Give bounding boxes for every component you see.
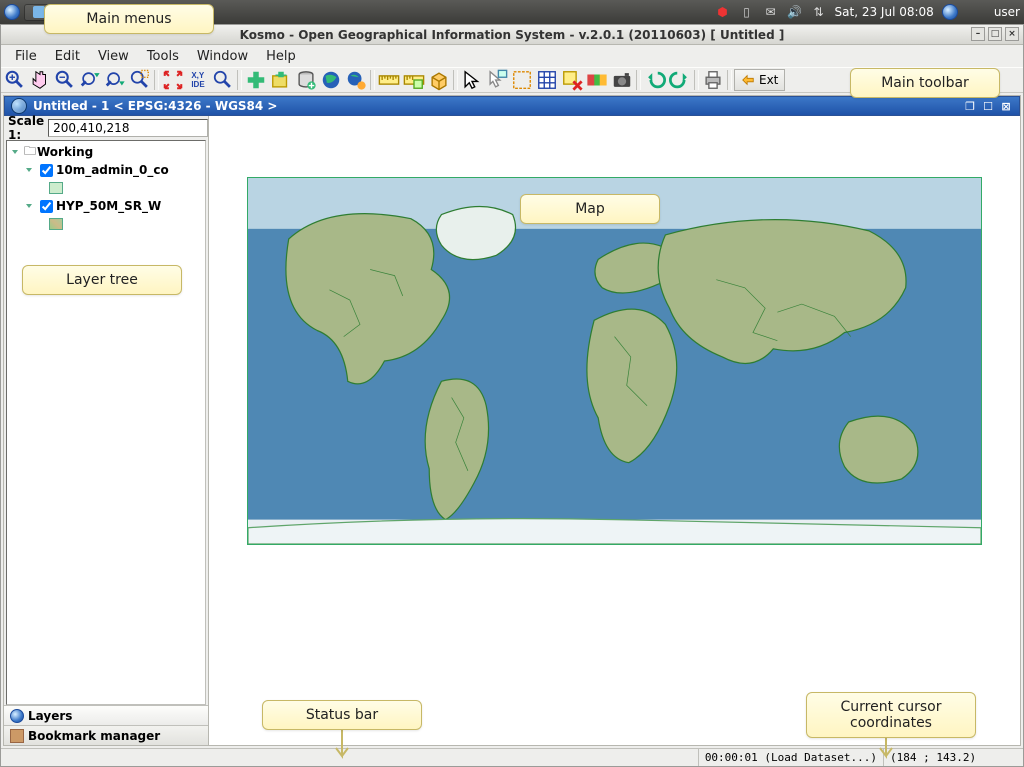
doc-max-icon[interactable]: ☐ [981, 99, 995, 113]
world-icon[interactable] [319, 68, 343, 92]
expand-icon[interactable] [9, 146, 21, 158]
menu-help[interactable]: Help [258, 47, 304, 66]
expand-icon[interactable] [23, 164, 35, 176]
mail-icon[interactable]: ✉ [763, 4, 779, 20]
battery-icon[interactable]: ▯ [739, 4, 755, 20]
tab-label: Bookmark manager [28, 729, 160, 743]
menu-edit[interactable]: Edit [47, 47, 88, 66]
doc-globe-icon [11, 98, 27, 114]
clock-text[interactable]: Sat, 23 Jul 08:08 [835, 5, 934, 19]
ext-button[interactable]: Ext [734, 69, 785, 91]
add-wms-icon[interactable] [269, 68, 293, 92]
identify-icon[interactable] [485, 68, 509, 92]
minimize-button[interactable]: – [971, 27, 985, 41]
menu-window[interactable]: Window [189, 47, 256, 66]
scale-bar: Scale 1: [4, 116, 208, 140]
clear-sel-icon[interactable] [560, 68, 584, 92]
content-area: Untitled - 1 < EPSG:4326 - WGS84 > ❐ ☐ ⊠… [3, 95, 1021, 746]
measure-area-icon[interactable] [402, 68, 426, 92]
style-icon[interactable] [585, 68, 609, 92]
layer-symbol-icon [49, 182, 63, 194]
zoom-out-icon[interactable] [53, 68, 77, 92]
tree-layer-1[interactable]: 10m_admin_0_co [7, 161, 205, 179]
app-window: Kosmo - Open Geographical Information Sy… [0, 24, 1024, 767]
tree-root[interactable]: 🗀 Working [7, 143, 205, 161]
user-label[interactable]: user [994, 5, 1020, 19]
select-rect-icon[interactable] [510, 68, 534, 92]
menu-tools[interactable]: Tools [139, 47, 187, 66]
zoom-next-icon[interactable] [103, 68, 127, 92]
maximize-button[interactable]: □ [988, 27, 1002, 41]
callout-map: Map [520, 194, 660, 224]
layer-label: HYP_50M_SR_W [56, 199, 161, 213]
globe-tray-icon[interactable] [942, 4, 958, 20]
document-tab-bar: Untitled - 1 < EPSG:4326 - WGS84 > ❐ ☐ ⊠ [4, 96, 1020, 116]
callout-menus: Main menus [44, 4, 214, 34]
menubar: File Edit View Tools Window Help [1, 45, 1023, 67]
layer-visible-checkbox[interactable] [40, 164, 53, 177]
volume-icon[interactable]: 🔊 [787, 4, 803, 20]
menu-file[interactable]: File [7, 47, 45, 66]
scale-label: Scale 1: [8, 114, 44, 142]
callout-toolbar: Main toolbar [850, 68, 1000, 98]
status-time: 00:00:01 (Load Dataset...) [698, 749, 883, 766]
add-layer-icon[interactable] [244, 68, 268, 92]
network-icon[interactable]: ⇅ [811, 4, 827, 20]
tab-label: Layers [28, 709, 72, 723]
camera-icon[interactable] [610, 68, 634, 92]
print-icon[interactable] [701, 68, 725, 92]
start-icon[interactable] [4, 4, 20, 20]
expand-icon[interactable] [23, 200, 35, 212]
zoom-prev-icon[interactable] [78, 68, 102, 92]
zoom-xy-icon[interactable]: X,YIDE [186, 68, 210, 92]
zoom-full-icon[interactable] [161, 68, 185, 92]
redo-icon[interactable] [668, 68, 692, 92]
bookmark-icon [10, 729, 24, 743]
status-coords: (184 ; 143.2) [883, 749, 1023, 766]
app-icon [5, 27, 21, 43]
layer-tree[interactable]: 🗀 Working 10m_admin_0_co HYP_5 [6, 140, 206, 705]
cursor-icon[interactable] [460, 68, 484, 92]
layer-label: 10m_admin_0_co [56, 163, 169, 177]
close-window-button[interactable]: × [1005, 27, 1019, 41]
layer-symbol-icon [49, 218, 63, 230]
box-icon[interactable] [427, 68, 451, 92]
callout-status: Status bar [262, 700, 422, 730]
zoom-in-icon[interactable] [3, 68, 27, 92]
zoom-layer-icon[interactable] [211, 68, 235, 92]
update-icon[interactable]: ⬢ [715, 4, 731, 20]
status-bar: 00:00:01 (Load Dataset...) (184 ; 143.2) [1, 748, 1023, 766]
root-label: Working [37, 145, 93, 159]
zoom-selection-icon[interactable] [128, 68, 152, 92]
doc-close-icon[interactable]: ⊠ [999, 99, 1013, 113]
globe-icon [10, 709, 24, 723]
pan-icon[interactable] [28, 68, 52, 92]
measure-dist-icon[interactable] [377, 68, 401, 92]
map-canvas[interactable] [247, 177, 982, 545]
ext-label: Ext [759, 73, 778, 87]
tree-layer-2[interactable]: HYP_50M_SR_W [7, 197, 205, 215]
callout-coords: Current cursor coordinates [806, 692, 976, 738]
scale-input[interactable] [48, 119, 208, 137]
menu-view[interactable]: View [90, 47, 137, 66]
add-db-icon[interactable] [294, 68, 318, 92]
doc-restore-icon[interactable]: ❐ [963, 99, 977, 113]
sidebar: Scale 1: 🗀 Working 10m_admin_0_co [4, 116, 209, 745]
folder-icon: 🗀 [23, 142, 37, 163]
document-title: Untitled - 1 < EPSG:4326 - WGS84 > [33, 99, 278, 113]
tab-layers[interactable]: Layers [4, 705, 208, 725]
callout-tree: Layer tree [22, 265, 182, 295]
layer-visible-checkbox[interactable] [40, 200, 53, 213]
undo-icon[interactable] [643, 68, 667, 92]
tab-bookmarks[interactable]: Bookmark manager [4, 725, 208, 745]
table-icon[interactable] [535, 68, 559, 92]
window-title: Kosmo - Open Geographical Information Sy… [240, 28, 785, 42]
world-add-icon[interactable] [344, 68, 368, 92]
